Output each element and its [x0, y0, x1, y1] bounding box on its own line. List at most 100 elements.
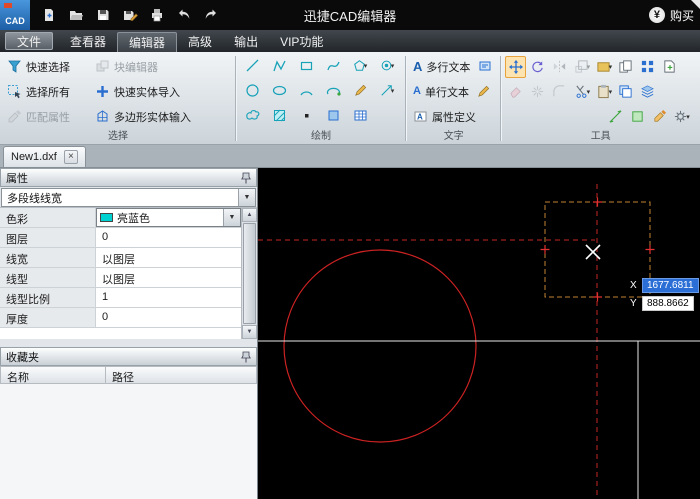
edit-text-button[interactable]: [472, 80, 496, 103]
property-row-color: 色彩 亮蓝色 ▼: [0, 208, 241, 228]
spline-button[interactable]: [321, 54, 345, 77]
polygon-button[interactable]: ▾: [348, 54, 372, 77]
trim-button[interactable]: ▾: [571, 81, 592, 103]
rotate-button[interactable]: [527, 56, 548, 78]
redo-button[interactable]: [202, 6, 220, 24]
circle-icon: [245, 83, 260, 98]
block-editor-button[interactable]: 块编辑器: [92, 57, 232, 77]
mirror-button[interactable]: [549, 56, 570, 78]
singleline-text-button[interactable]: A 单行文本: [410, 82, 472, 102]
corner-arrow-icon[interactable]: [691, 0, 700, 9]
open-file-button[interactable]: [67, 6, 85, 24]
favorites-column-path[interactable]: 路径: [106, 366, 257, 384]
chevron-down-icon[interactable]: ▼: [223, 209, 240, 226]
table-button[interactable]: [348, 104, 372, 127]
multiline-text-button[interactable]: A 多行文本: [410, 57, 473, 77]
scroll-down-icon[interactable]: ▼: [242, 325, 257, 339]
text-annotation-button[interactable]: [473, 55, 497, 78]
menu-advanced[interactable]: 高级: [177, 30, 223, 52]
favorites-list[interactable]: [0, 384, 257, 499]
layers-button[interactable]: [637, 81, 658, 103]
erase-button[interactable]: [505, 81, 526, 103]
color-swatch: [100, 213, 113, 222]
donut-button[interactable]: ▾: [375, 54, 399, 77]
new-file-button[interactable]: [40, 6, 58, 24]
point-button[interactable]: [294, 104, 318, 127]
revision-cloud-button[interactable]: [240, 104, 264, 127]
menu-vip[interactable]: VIP功能: [269, 30, 334, 52]
property-row-linetype-scale[interactable]: 线型比例 1: [0, 288, 241, 308]
x-coordinate-input[interactable]: 1677.6811: [642, 278, 699, 293]
attribute-define-button[interactable]: A 属性定义: [410, 107, 479, 127]
ellipse-button[interactable]: [267, 79, 291, 102]
circle-button[interactable]: [240, 79, 264, 102]
polygon-entity-input-button[interactable]: 多边形实体输入: [92, 107, 232, 127]
insert-block-button[interactable]: ▾: [593, 56, 614, 78]
panel-gap: [0, 339, 257, 347]
circle-entity[interactable]: [284, 250, 476, 442]
menu-viewer[interactable]: 查看器: [59, 30, 117, 52]
match-properties-button[interactable]: 匹配属性: [4, 107, 92, 127]
cleanup-button[interactable]: [649, 106, 670, 128]
save-button[interactable]: [94, 6, 112, 24]
ribbon-group-text: A 多行文本 A 单行文本 A 属性定义: [408, 53, 499, 144]
explode-button[interactable]: [527, 81, 548, 103]
scroll-up-icon[interactable]: ▲: [242, 208, 257, 222]
quick-select-button[interactable]: 快速选择: [4, 57, 92, 77]
copy-button[interactable]: [615, 56, 636, 78]
polyline-button[interactable]: [267, 54, 291, 77]
arc-button[interactable]: [294, 79, 318, 102]
select-all-icon: [7, 84, 22, 99]
property-row-lineweight[interactable]: 线宽 以图层: [0, 248, 241, 268]
buy-button[interactable]: 购买: [670, 7, 694, 24]
move-button[interactable]: [505, 56, 526, 78]
y-coordinate-label: Y: [630, 298, 638, 309]
ray-button[interactable]: ▾: [375, 79, 399, 102]
entity-type-dropdown[interactable]: 多段线线宽 ▼: [1, 188, 256, 207]
menu-editor[interactable]: 编辑器: [117, 32, 177, 52]
scale-button[interactable]: ▾: [571, 56, 592, 78]
polygon-entity-input-label: 多边形实体输入: [114, 109, 191, 125]
elliptical-arc-button[interactable]: [321, 79, 345, 102]
property-key: 线型: [0, 268, 96, 287]
document-tab[interactable]: New1.dxf ×: [3, 146, 86, 167]
property-row-linetype[interactable]: 线型 以图层: [0, 268, 241, 288]
property-row-thickness[interactable]: 厚度 0: [0, 308, 241, 328]
favorites-column-name[interactable]: 名称: [0, 366, 106, 384]
text-group-label: 文字: [410, 131, 497, 144]
new-block-button[interactable]: [659, 56, 680, 78]
measure-distance-button[interactable]: [605, 106, 626, 128]
rectangle-button[interactable]: [294, 54, 318, 77]
properties-scrollbar[interactable]: ▲ ▼: [241, 208, 257, 339]
color-dropdown[interactable]: 亮蓝色 ▼: [96, 208, 241, 227]
property-row-layer[interactable]: 图层 0: [0, 228, 241, 248]
select-all-button[interactable]: 选择所有: [4, 82, 92, 102]
quick-entity-import-button[interactable]: 快速实体导入: [92, 82, 232, 102]
group-button[interactable]: [615, 81, 636, 103]
chevron-down-icon: ▾: [587, 63, 591, 71]
settings-button[interactable]: ▾: [671, 106, 692, 128]
scrollbar-thumb[interactable]: [243, 223, 256, 324]
measure-area-button[interactable]: [627, 106, 648, 128]
region-button[interactable]: [321, 104, 345, 127]
construction-line-button[interactable]: [348, 79, 372, 102]
save-as-button[interactable]: [121, 6, 139, 24]
pin-icon[interactable]: [241, 351, 251, 363]
array-button[interactable]: [637, 56, 658, 78]
ribbon: 快速选择 块编辑器 选择所有 快速实体导入 匹配属性: [0, 52, 700, 145]
y-coordinate-input[interactable]: 888.8662: [642, 296, 694, 311]
paste-button[interactable]: ▾: [593, 81, 614, 103]
menu-file[interactable]: 文件: [5, 32, 53, 50]
undo-button[interactable]: [175, 6, 193, 24]
app-logo-icon[interactable]: CAD: [0, 0, 30, 30]
tab-close-icon[interactable]: ×: [64, 150, 78, 164]
print-button[interactable]: [148, 6, 166, 24]
chevron-down-icon[interactable]: ▼: [238, 189, 255, 206]
hatch-button[interactable]: [267, 104, 291, 127]
draw-grid-filler: [375, 104, 399, 127]
drawing-canvas[interactable]: X 1677.6811 Y 888.8662: [258, 168, 700, 499]
line-button[interactable]: [240, 54, 264, 77]
menu-output[interactable]: 输出: [223, 30, 269, 52]
pin-icon[interactable]: [241, 172, 251, 184]
fillet-button[interactable]: [549, 81, 570, 103]
